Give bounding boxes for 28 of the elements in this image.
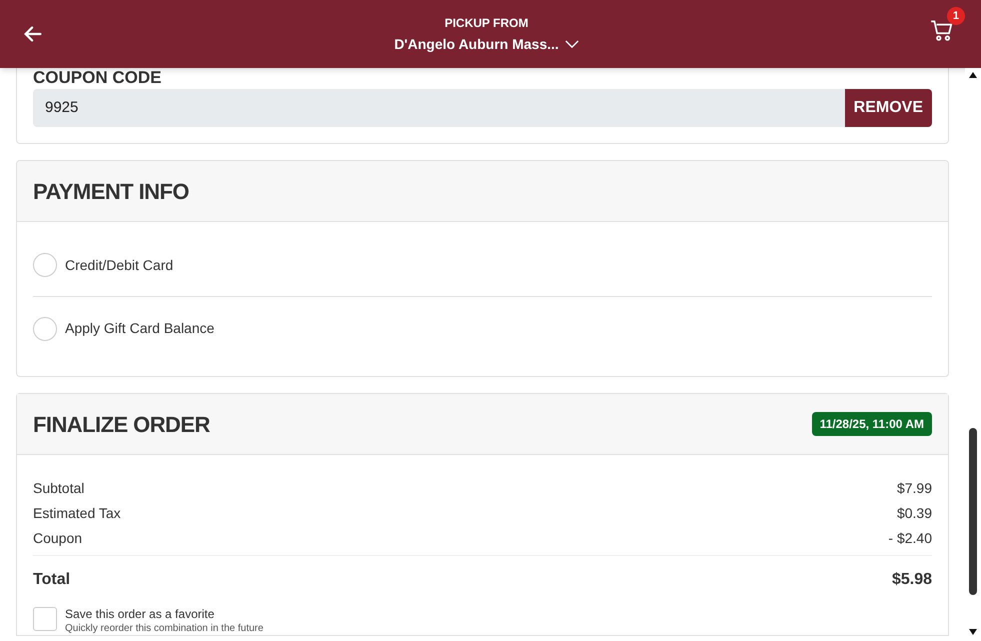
section-title: COUPON CODE (33, 69, 162, 87)
line-amount: - $2.40 (888, 529, 932, 548)
line-amount: $0.39 (896, 504, 932, 523)
pickup-label: PICKUP FROM (444, 14, 528, 32)
favorite-checkbox[interactable] (33, 607, 57, 631)
line-label: Coupon (33, 529, 82, 548)
section-title: FINALIZE ORDER (33, 410, 210, 438)
location-selector[interactable]: D'Angelo Auburn Mass... (394, 34, 579, 54)
cart-count-badge: 1 (946, 7, 965, 25)
section-title: PAYMENT INFO (33, 178, 189, 206)
scroll-thumb[interactable] (969, 428, 977, 595)
line-label: Estimated Tax (33, 504, 121, 523)
chevron-down-icon (564, 40, 579, 48)
total-amount: $5.98 (892, 570, 932, 590)
favorite-label: Save this order as a favorite (65, 607, 216, 622)
option-label: Apply Gift Card Balance (65, 319, 214, 338)
favorite-hint: Quickly reorder this combination in the future (65, 622, 264, 635)
scroll-up-icon (969, 72, 977, 78)
line-label: Subtotal (33, 479, 84, 498)
line-amount: $7.99 (896, 479, 932, 498)
scroll-down-icon (969, 629, 977, 635)
total-label: Total (33, 570, 70, 590)
option-label: Credit/Debit Card (65, 256, 174, 274)
radio-button[interactable] (33, 316, 57, 340)
radio-button[interactable] (33, 253, 57, 277)
pickup-time-badge: 11/28/25, 11:00 AM (812, 412, 932, 436)
remove-button[interactable]: REMOVE (844, 89, 932, 127)
coupon-field[interactable]: 9925 (33, 89, 845, 127)
